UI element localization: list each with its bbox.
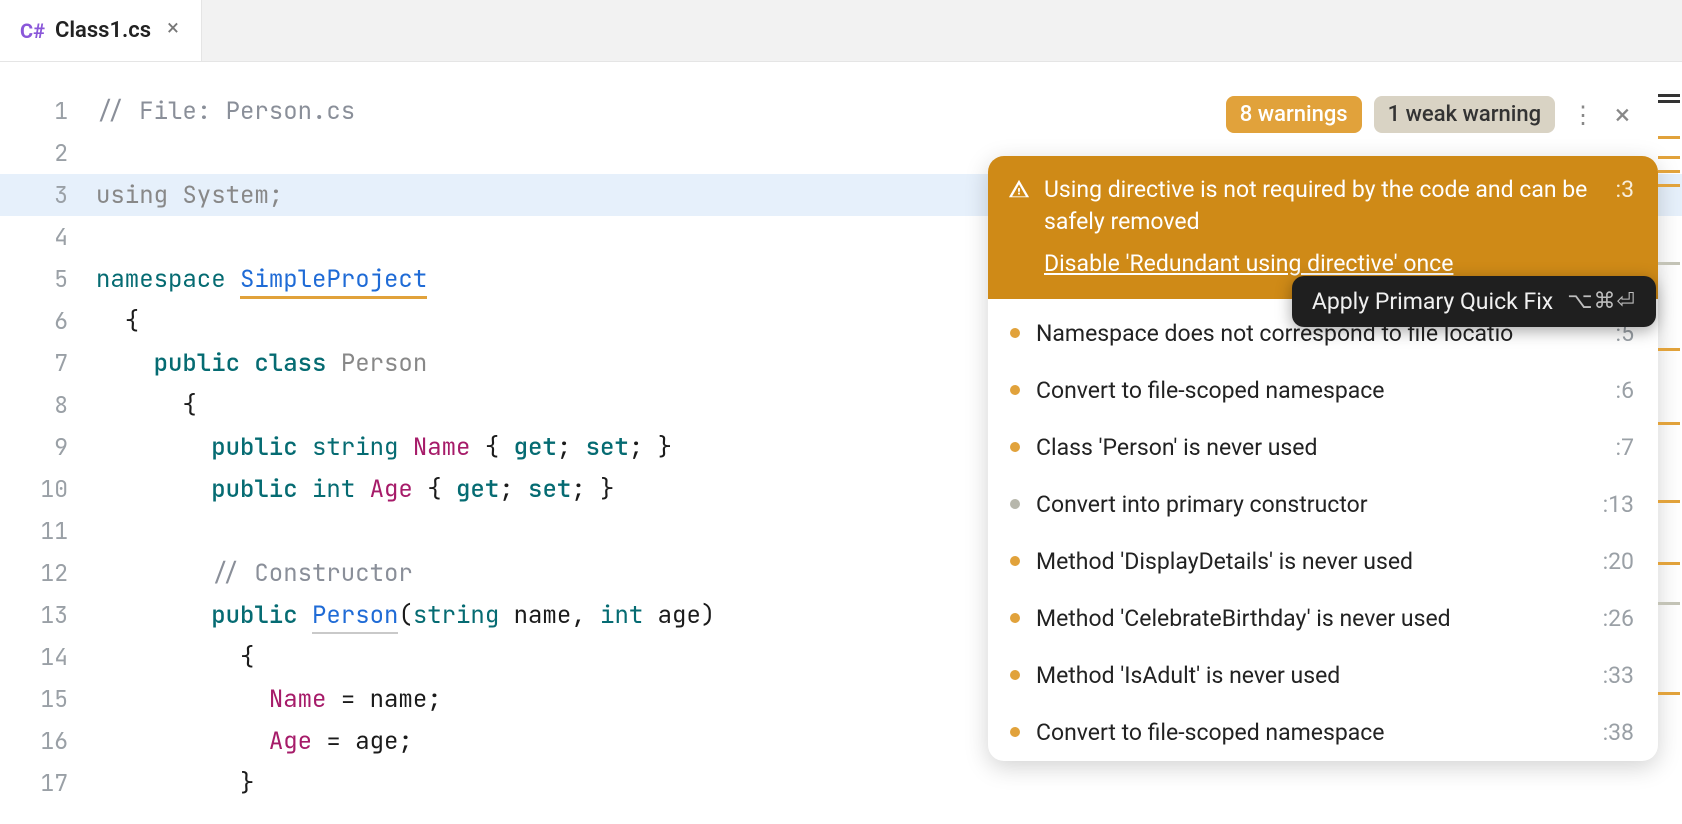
tab-filename: Class1.cs — [55, 18, 151, 43]
code-content[interactable]: Age = age; — [96, 726, 413, 757]
line-number: 2 — [0, 138, 96, 168]
error-stripe-mark[interactable] — [1658, 348, 1680, 351]
problem-row[interactable]: Method 'CelebrateBirthday' is never used… — [988, 590, 1658, 647]
warning-dot-icon — [1010, 727, 1020, 737]
line-number: 16 — [0, 726, 96, 756]
error-stripe-mark[interactable] — [1658, 262, 1680, 265]
line-number: 9 — [0, 432, 96, 462]
problem-line: :3 — [1616, 174, 1635, 206]
problem-row[interactable]: Convert to file-scoped namespace :38 — [988, 704, 1658, 761]
close-icon[interactable]: × — [1611, 98, 1634, 131]
problem-text: Class 'Person' is never used — [1036, 434, 1600, 461]
code-content[interactable]: namespace SimpleProject — [96, 264, 427, 295]
problem-row[interactable]: Method 'DisplayDetails' is never used :20 — [988, 533, 1658, 590]
error-stripe-mark[interactable] — [1658, 156, 1680, 159]
quickfix-shortcut: ⌥⌘⏎ — [1567, 289, 1636, 314]
line-number: 4 — [0, 222, 96, 252]
error-stripe-mark[interactable] — [1658, 692, 1680, 695]
warning-icon — [1008, 177, 1030, 209]
quickfix-label: Apply Primary Quick Fix — [1312, 288, 1553, 315]
warnings-badge[interactable]: 8 warnings — [1226, 96, 1362, 133]
warning-dot-icon — [1010, 556, 1020, 566]
code-content[interactable]: } — [96, 768, 254, 799]
problems-panel: Using directive is not required by the c… — [988, 156, 1658, 761]
line-number: 11 — [0, 516, 96, 546]
line-number: 14 — [0, 642, 96, 672]
problem-row[interactable]: Convert to file-scoped namespace :6 — [988, 362, 1658, 419]
error-stripe-mark[interactable] — [1658, 562, 1680, 565]
error-stripe-mark[interactable] — [1658, 170, 1680, 173]
code-content[interactable]: Name = name; — [96, 684, 442, 715]
kebab-icon[interactable]: ⋮ — [1567, 101, 1599, 129]
problem-line: :13 — [1603, 491, 1634, 518]
error-stripe-mark[interactable] — [1658, 94, 1680, 97]
problem-text: Convert to file-scoped namespace — [1036, 377, 1600, 404]
line-number: 7 — [0, 348, 96, 378]
problem-line: :33 — [1603, 662, 1634, 689]
problem-text: Method 'IsAdult' is never used — [1036, 662, 1587, 689]
line-number: 12 — [0, 558, 96, 588]
problem-row[interactable]: Class 'Person' is never used :7 — [988, 419, 1658, 476]
error-stripe-mark[interactable] — [1658, 100, 1680, 103]
warning-dot-icon — [1010, 613, 1020, 623]
problem-message: Using directive is not required by the c… — [1044, 174, 1590, 238]
problem-text: Method 'CelebrateBirthday' is never used — [1036, 605, 1587, 632]
weak-warning-badge[interactable]: 1 weak warning — [1374, 96, 1555, 133]
error-stripe-mark[interactable] — [1658, 184, 1680, 187]
code-content[interactable]: public string Name { get; set; } — [96, 432, 672, 463]
code-line[interactable]: 17 } — [0, 762, 1682, 804]
problem-row[interactable]: Convert into primary constructor :13 — [988, 476, 1658, 533]
error-stripe-mark[interactable] — [1658, 422, 1680, 425]
problem-line: :26 — [1603, 605, 1634, 632]
quickfix-tooltip: Apply Primary Quick Fix ⌥⌘⏎ — [1292, 276, 1656, 327]
error-stripe[interactable] — [1652, 92, 1680, 824]
line-number: 10 — [0, 474, 96, 504]
problem-line: :6 — [1616, 377, 1635, 404]
file-tab[interactable]: C# Class1.cs × — [0, 0, 202, 61]
problem-text: Convert into primary constructor — [1036, 491, 1587, 518]
problem-line: :7 — [1616, 434, 1635, 461]
inspections-bar: 8 warnings 1 weak warning ⋮ × — [1226, 96, 1634, 133]
line-number: 8 — [0, 390, 96, 420]
line-number: 13 — [0, 600, 96, 630]
problem-line: :20 — [1603, 548, 1634, 575]
code-content[interactable]: // Constructor — [96, 558, 413, 589]
problem-line: :38 — [1603, 719, 1634, 746]
code-content[interactable]: using System; — [96, 180, 283, 211]
line-number: 3 — [0, 180, 96, 210]
error-stripe-mark[interactable] — [1658, 500, 1680, 503]
code-content[interactable]: { — [96, 306, 139, 337]
close-tab-icon[interactable]: × — [161, 18, 181, 43]
csharp-icon: C# — [20, 19, 45, 43]
warning-dot-icon — [1010, 385, 1020, 395]
code-content[interactable]: { — [96, 390, 197, 421]
warning-dot-icon — [1010, 328, 1020, 338]
warning-dot-icon — [1010, 670, 1020, 680]
line-number: 5 — [0, 264, 96, 294]
line-number: 17 — [0, 768, 96, 798]
line-number: 15 — [0, 684, 96, 714]
error-stripe-mark[interactable] — [1658, 136, 1680, 139]
code-content[interactable]: public Person(string name, int age) — [96, 600, 715, 631]
tab-bar: C# Class1.cs × — [0, 0, 1682, 62]
problems-list: Namespace does not correspond to file lo… — [988, 299, 1658, 761]
error-stripe-mark[interactable] — [1658, 602, 1680, 605]
code-content[interactable]: { — [96, 642, 254, 673]
code-content[interactable]: // File: Person.cs — [96, 96, 355, 127]
line-number: 1 — [0, 96, 96, 126]
problem-row[interactable]: Method 'IsAdult' is never used :33 — [988, 647, 1658, 704]
problem-text: Method 'DisplayDetails' is never used — [1036, 548, 1587, 575]
code-content[interactable]: public class Person — [96, 348, 427, 379]
problem-text: Convert to file-scoped namespace — [1036, 719, 1587, 746]
warning-dot-icon — [1010, 442, 1020, 452]
line-number: 6 — [0, 306, 96, 336]
weak-warning-dot-icon — [1010, 499, 1020, 509]
code-content[interactable]: public int Age { get; set; } — [96, 474, 614, 505]
